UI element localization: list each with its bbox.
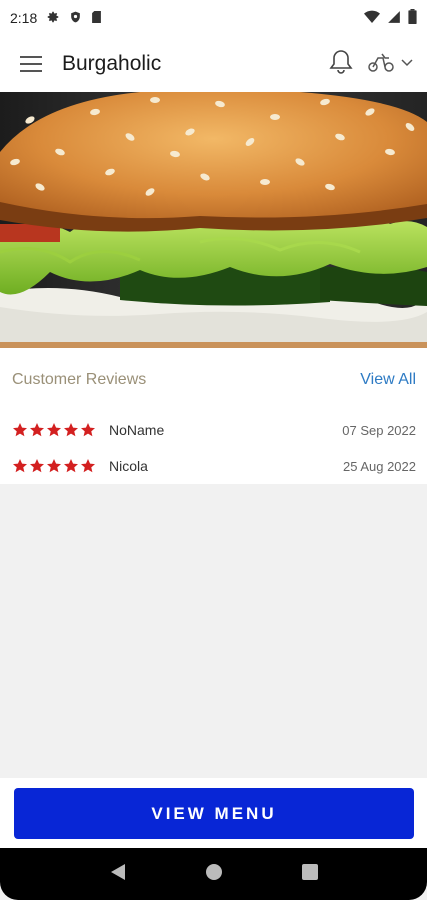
star-icon xyxy=(13,423,27,437)
star-icon xyxy=(81,459,95,473)
review-date: 07 Sep 2022 xyxy=(342,422,416,438)
app-bar: Burgaholic xyxy=(0,36,427,92)
restaurant-hero-image xyxy=(0,92,427,348)
reviewer-name: Nicola xyxy=(109,458,148,474)
battery-icon xyxy=(408,9,417,27)
review-item: Nicola 25 Aug 2022 xyxy=(0,448,427,484)
recents-icon[interactable] xyxy=(301,863,318,885)
home-icon[interactable] xyxy=(205,863,223,886)
view-menu-button[interactable]: VIEW MENU xyxy=(14,788,414,839)
star-icon xyxy=(64,459,78,473)
customer-reviews-section: Customer Reviews View All NoName 07 Sep … xyxy=(0,348,427,484)
star-icon xyxy=(81,423,95,437)
review-date: 25 Aug 2022 xyxy=(342,458,416,474)
reviews-title: Customer Reviews xyxy=(12,371,147,388)
star-icon xyxy=(47,423,61,437)
shield-icon xyxy=(69,10,82,27)
scooter-icon[interactable] xyxy=(367,51,395,78)
status-bar: 2:18 xyxy=(0,0,427,36)
reviewer-name: NoName xyxy=(109,422,165,438)
app-title: Burgaholic xyxy=(62,52,162,75)
burger-photo xyxy=(0,92,427,348)
star-icon xyxy=(64,423,78,437)
view-all-link[interactable]: View All xyxy=(360,371,416,389)
star-icon xyxy=(30,459,44,473)
review-list: NoName 07 Sep 2022 Nicola 25 Aug 2022 xyxy=(0,412,427,484)
sd-card-icon xyxy=(91,10,102,27)
gear-icon xyxy=(46,10,60,27)
back-icon[interactable] xyxy=(110,863,126,886)
clock: 2:18 xyxy=(10,10,38,26)
chevron-down-icon[interactable] xyxy=(401,55,413,73)
signal-icon xyxy=(387,10,401,27)
star-rating xyxy=(12,458,108,474)
wifi-icon xyxy=(364,10,380,27)
review-item: NoName 07 Sep 2022 xyxy=(0,412,427,448)
star-icon xyxy=(13,459,27,473)
star-icon xyxy=(47,459,61,473)
hamburger-menu-icon[interactable] xyxy=(0,36,62,92)
star-rating xyxy=(12,422,108,438)
bell-icon[interactable] xyxy=(321,49,361,80)
star-icon xyxy=(30,423,44,437)
reviews-header: Customer Reviews View All xyxy=(0,348,427,412)
system-navigation-bar xyxy=(0,848,427,900)
bottom-action-area: VIEW MENU xyxy=(0,778,427,848)
